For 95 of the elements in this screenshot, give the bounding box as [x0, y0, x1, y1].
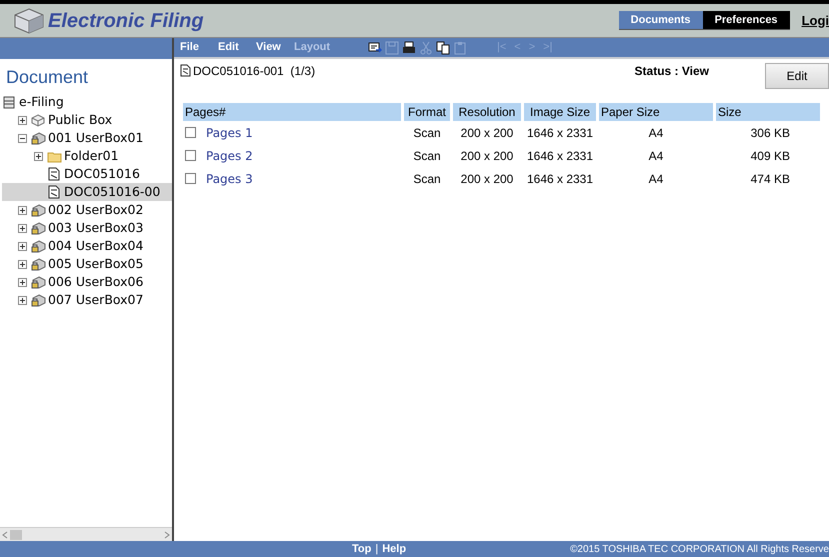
- footer-link[interactable]: Top: [352, 540, 372, 557]
- scrollbar-thumb[interactable]: [10, 530, 22, 540]
- locked-box-icon: [31, 275, 46, 289]
- sidebar-title: Document: [5, 66, 90, 89]
- tree-item[interactable]: 001 UserBox01: [2, 129, 172, 147]
- column-header[interactable]: Pages#: [183, 103, 401, 121]
- column-header[interactable]: Format: [404, 103, 450, 121]
- tree-item[interactable]: 004 UserBox04: [2, 237, 172, 255]
- cabinet-icon: [2, 95, 17, 109]
- scroll-left-icon[interactable]: [2, 530, 8, 538]
- copyright-text: ©2015 TOSHIBA TEC CORPORATION All Rights Reserve: [570, 542, 829, 556]
- table-cell: 474 KB: [750, 172, 790, 186]
- tree-label: 002 UserBox02: [48, 200, 144, 219]
- app-title: Electronic Filing: [48, 8, 204, 34]
- locked-box-icon: [31, 257, 46, 271]
- document-icon: [47, 185, 62, 199]
- document-icon: [47, 167, 62, 181]
- locked-box-icon: [31, 203, 46, 217]
- tree-label: 007 UserBox07: [48, 290, 144, 309]
- footer-link[interactable]: Help: [382, 540, 406, 557]
- nav-tab[interactable]: Documents: [618, 11, 703, 29]
- table-cell: 1646 x 2331: [526, 126, 594, 140]
- tree-label: 003 UserBox03: [48, 218, 144, 237]
- expand-icon[interactable]: [34, 152, 43, 160]
- tree-label: Folder01: [64, 146, 119, 165]
- column-header[interactable]: Resolution: [453, 103, 521, 121]
- tree-label: 006 UserBox06: [48, 272, 144, 291]
- tree-item[interactable]: DOC051016: [2, 165, 172, 183]
- footer-separator: |: [375, 542, 378, 557]
- row-checkbox[interactable]: [185, 127, 196, 138]
- tree-item[interactable]: e-Filing: [2, 93, 172, 111]
- table-cell: Scan: [413, 148, 441, 162]
- tree-item[interactable]: 003 UserBox03: [2, 219, 172, 237]
- table-cell: 200 x 200: [460, 148, 514, 162]
- tree-item[interactable]: Folder01: [2, 147, 172, 165]
- tree-label: Public Box: [48, 110, 112, 129]
- row-checkbox[interactable]: [185, 173, 196, 184]
- expand-icon[interactable]: [18, 260, 27, 268]
- table-cell: Scan: [413, 172, 441, 186]
- column-header[interactable]: Size: [716, 103, 820, 121]
- status-text: Status : View: [634, 63, 709, 80]
- tree-label: e-Filing: [19, 92, 64, 111]
- printer-icon[interactable]: [402, 40, 416, 54]
- table-cell: 200 x 200: [460, 172, 514, 186]
- tree-label: 001 UserBox01: [48, 128, 144, 147]
- document-icon: [180, 64, 191, 77]
- page-link[interactable]: Pages 2: [206, 146, 253, 164]
- table-cell: A4: [648, 172, 664, 186]
- locked-box-icon: [31, 293, 46, 307]
- tree-label: 004 UserBox04: [48, 236, 144, 255]
- horizontal-scrollbar[interactable]: [0, 527, 172, 541]
- expand-icon[interactable]: [18, 242, 27, 250]
- table-cell: A4: [648, 148, 664, 162]
- table-cell: 1646 x 2331: [526, 172, 594, 186]
- expand-icon[interactable]: [18, 296, 27, 304]
- scroll-right-icon[interactable]: [164, 530, 170, 538]
- locked-box-icon: [31, 131, 46, 145]
- expand-icon[interactable]: [18, 224, 27, 232]
- expand-icon[interactable]: [18, 206, 27, 214]
- locked-box-icon: [31, 239, 46, 253]
- tree-item[interactable]: DOC051016-00: [2, 183, 172, 201]
- box-icon: [31, 113, 46, 127]
- column-header[interactable]: Paper Size: [599, 103, 713, 121]
- collapse-icon[interactable]: [18, 134, 27, 142]
- expand-icon[interactable]: [18, 278, 27, 286]
- menu-item[interactable]: File: [180, 39, 218, 56]
- table-cell: A4: [648, 126, 664, 140]
- page-link[interactable]: Pages 1: [206, 124, 253, 142]
- document-name: DOC051016-001 (1/3): [193, 63, 316, 80]
- row-checkbox[interactable]: [185, 150, 196, 161]
- table-cell: 409 KB: [750, 148, 790, 162]
- edit-button[interactable]: Edit: [765, 63, 829, 89]
- expand-icon[interactable]: [18, 116, 27, 124]
- export-icon[interactable]: [368, 40, 382, 54]
- page-link[interactable]: Pages 3: [206, 170, 253, 188]
- cube-logo-icon: [14, 8, 44, 34]
- tree-item[interactable]: 005 UserBox05: [2, 255, 172, 273]
- table-cell: 306 KB: [750, 126, 790, 140]
- login-link[interactable]: Logi: [802, 10, 829, 30]
- tree-label: 005 UserBox05: [48, 254, 144, 273]
- locked-box-icon: [31, 221, 46, 235]
- table-cell: 200 x 200: [460, 126, 514, 140]
- menu-item[interactable]: Edit: [218, 39, 256, 56]
- menu-item[interactable]: View: [256, 39, 294, 56]
- column-header[interactable]: Image Size: [524, 103, 596, 121]
- tree-label: DOC051016-00: [64, 182, 160, 201]
- tree-item[interactable]: Public Box: [2, 111, 172, 129]
- tree-label: DOC051016: [64, 164, 140, 183]
- tree-item[interactable]: 002 UserBox02: [2, 201, 172, 219]
- table-cell: 1646 x 2331: [526, 148, 594, 162]
- tree-item[interactable]: 007 UserBox07: [2, 291, 172, 309]
- nav-tab[interactable]: Preferences: [702, 11, 790, 29]
- table-cell: Scan: [413, 126, 441, 140]
- tree-item[interactable]: 006 UserBox06: [2, 273, 172, 291]
- copy-icon[interactable]: [436, 40, 450, 54]
